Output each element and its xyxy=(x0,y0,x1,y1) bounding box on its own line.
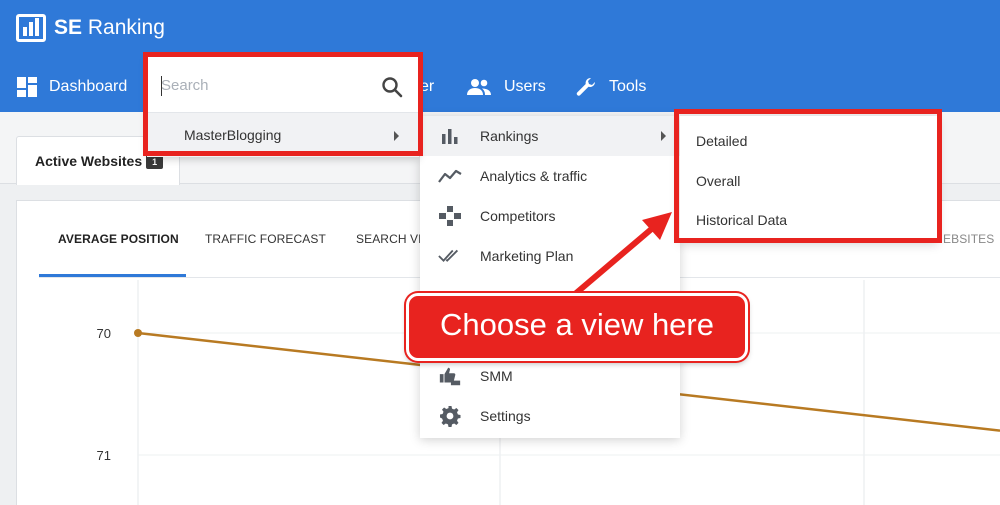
menu-item-label: Competitors xyxy=(480,208,556,224)
y-tick-label: 71 xyxy=(97,448,111,463)
annotation-callout-text: Choose a view here xyxy=(440,307,714,342)
trend-line-icon xyxy=(438,165,462,187)
bar-chart-icon xyxy=(438,125,462,147)
annotation-highlight-box xyxy=(143,52,423,156)
menu-item-competitors[interactable]: Competitors xyxy=(420,196,680,236)
puzzle-icon xyxy=(438,205,462,227)
thumbs-icon xyxy=(438,365,462,387)
menu-item-settings[interactable]: Settings xyxy=(420,396,680,436)
data-point[interactable] xyxy=(134,329,142,337)
menu-item-label: Marketing Plan xyxy=(480,248,574,264)
site-menu: Rankings Analytics & traffic Competitors… xyxy=(420,116,680,438)
annotation-highlight-box xyxy=(674,109,942,243)
menu-item-label: Rankings xyxy=(480,128,539,144)
menu-item-marketing-plan[interactable]: Marketing Plan xyxy=(420,236,680,276)
menu-item-label: SMM xyxy=(480,368,513,384)
annotation-callout: Choose a view here xyxy=(406,293,748,361)
chevron-right-icon xyxy=(661,131,666,141)
menu-item-smm[interactable]: SMM xyxy=(420,356,680,396)
menu-item-label: Analytics & traffic xyxy=(480,168,588,184)
y-tick-label: 70 xyxy=(97,326,111,341)
gear-icon xyxy=(438,405,462,427)
menu-item-analytics[interactable]: Analytics & traffic xyxy=(420,156,680,196)
menu-item-rankings[interactable]: Rankings xyxy=(420,116,680,156)
menu-item-label: Settings xyxy=(480,408,531,424)
double-check-icon xyxy=(438,245,462,267)
